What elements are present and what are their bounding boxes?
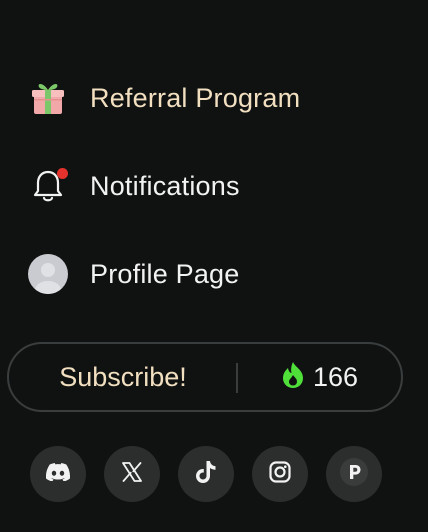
- discord-button[interactable]: [30, 446, 86, 502]
- gift-icon: [26, 76, 70, 120]
- p-button[interactable]: [326, 446, 382, 502]
- tiktok-button[interactable]: [178, 446, 234, 502]
- flame-icon: [281, 361, 305, 394]
- menu-item-notifications[interactable]: Notifications: [26, 164, 240, 208]
- social-links: [30, 446, 382, 502]
- unread-dot: [57, 168, 68, 179]
- streak-counter: 166: [281, 344, 358, 410]
- avatar-slot: [26, 252, 70, 296]
- x-icon: [122, 461, 142, 487]
- menu-item-referral-program[interactable]: Referral Program: [26, 76, 300, 120]
- menu-item-label: Profile Page: [90, 258, 240, 289]
- divider: [236, 363, 238, 393]
- instagram-button[interactable]: [252, 446, 308, 502]
- tiktok-icon: [196, 460, 216, 488]
- bell-icon: [26, 164, 70, 208]
- instagram-icon: [269, 460, 291, 488]
- x-button[interactable]: [104, 446, 160, 502]
- discord-icon: [45, 462, 71, 486]
- menu-item-profile-page[interactable]: Profile Page: [26, 252, 240, 296]
- subscribe-button[interactable]: Subscribe!: [9, 344, 237, 410]
- menu-item-label: Referral Program: [90, 82, 301, 113]
- streak-count: 166: [313, 361, 359, 392]
- menu-item-label: Notifications: [90, 170, 240, 201]
- subscribe-bar: Subscribe! 166: [7, 342, 403, 412]
- p-icon: [339, 457, 369, 492]
- avatar: [28, 254, 68, 294]
